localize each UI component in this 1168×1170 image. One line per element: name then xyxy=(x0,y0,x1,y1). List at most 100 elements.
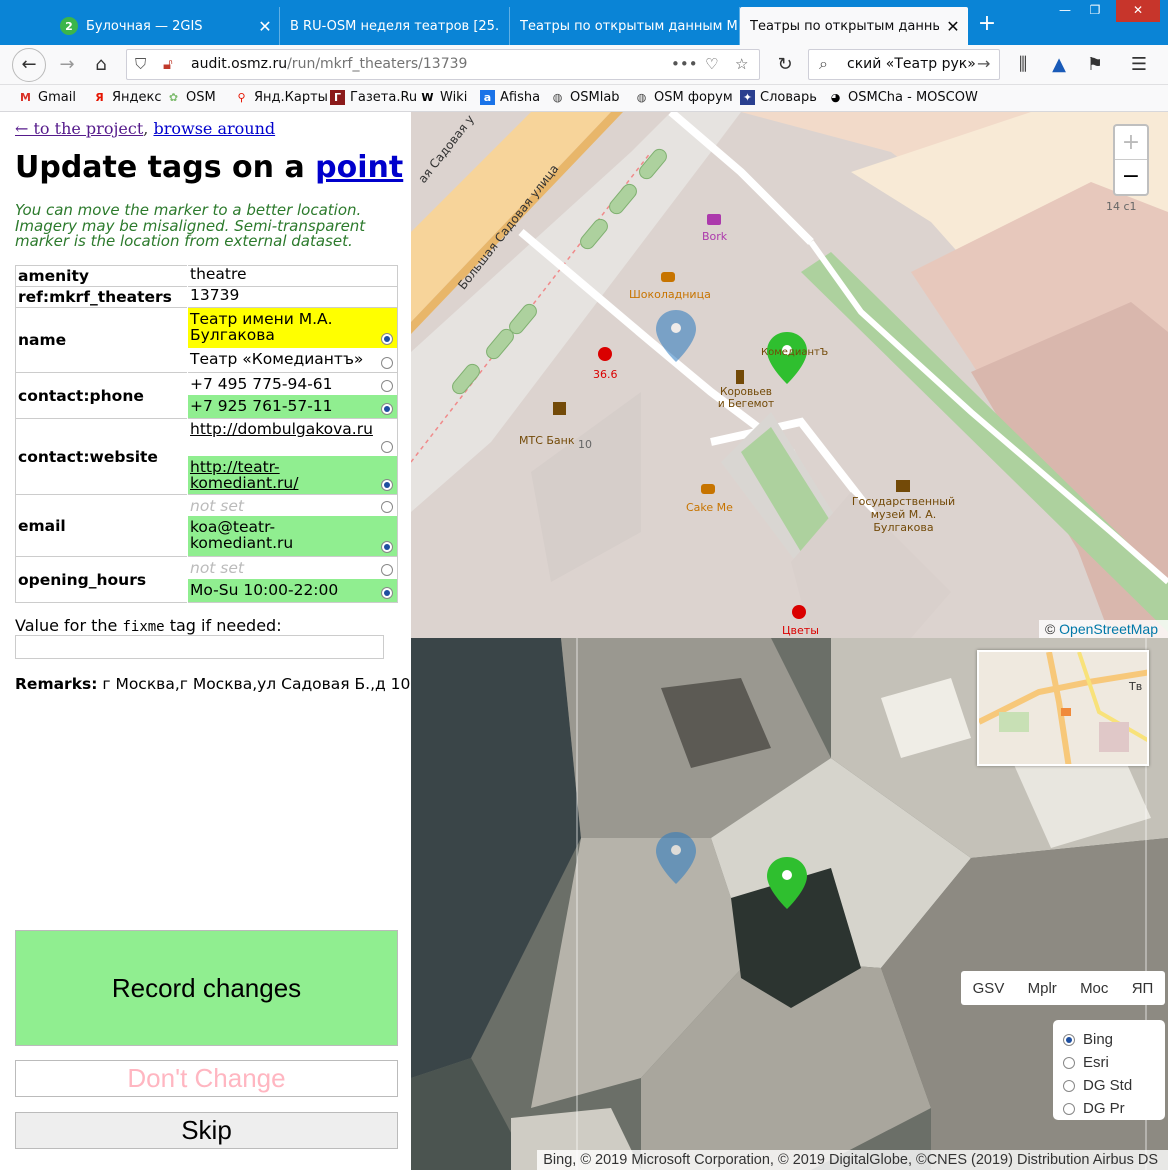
tab-title: Театры по открытым данным М xyxy=(520,18,738,34)
search-input[interactable]: ⌕ ский «Театр рук» → xyxy=(808,49,1000,80)
radio-unselected[interactable] xyxy=(381,357,393,369)
insecure-lock-icon[interactable]: 🔓︎ xyxy=(163,55,173,73)
website-link-2[interactable]: http://teatr-komediant.ru/ xyxy=(190,458,298,492)
fixme-input[interactable] xyxy=(15,635,384,659)
hours-option-2[interactable]: Mo-Su 10:00-22:00 xyxy=(188,579,397,602)
radio-unselected[interactable] xyxy=(1063,1056,1075,1069)
poi-label: МТС Банк xyxy=(519,434,575,447)
record-changes-button[interactable]: Record changes xyxy=(15,930,398,1046)
imagery-map[interactable]: Тв GSV Mplr Moc ЯП Bing Esri DG Std DG P… xyxy=(411,638,1168,1170)
skip-button[interactable]: Skip xyxy=(15,1112,398,1149)
layer-moc-button[interactable]: Moc xyxy=(1080,980,1108,997)
layer-gsv-button[interactable]: GSV xyxy=(973,980,1005,997)
tag-row-ref: ref:mkrf_theaters 13739 xyxy=(15,286,398,308)
home-button[interactable]: ⌂ xyxy=(86,50,116,80)
forward-button[interactable]: → xyxy=(52,50,82,80)
tab-close-icon[interactable]: ✕ xyxy=(939,17,967,36)
radio-unselected[interactable] xyxy=(1063,1102,1075,1115)
minimap-label: Тв xyxy=(1129,680,1143,693)
library-icon[interactable]: ⫼ xyxy=(1008,50,1038,80)
back-to-project-link[interactable]: ← to the project xyxy=(15,119,143,138)
dont-change-button[interactable]: Don't Change xyxy=(15,1060,398,1097)
url-text[interactable]: audit.osmz.ru/run/mkrf_theaters/13739 xyxy=(191,56,467,72)
bookmark-gmail[interactable]: M Gmail xyxy=(18,90,76,105)
phone-option-1[interactable]: +7 495 775-94-61 xyxy=(188,373,397,395)
bookmark-osm-forum[interactable]: ◍ OSM форум xyxy=(634,90,733,105)
osmcha-icon: ◕ xyxy=(830,91,841,104)
tab-close-icon[interactable]: ✕ xyxy=(251,17,279,36)
minimap[interactable]: Тв xyxy=(977,650,1149,766)
bookmark-gazeta[interactable]: Г Газета.Ru xyxy=(330,90,417,105)
addon-icon[interactable]: ⚑ xyxy=(1080,50,1110,80)
radio-unselected[interactable] xyxy=(1063,1079,1075,1092)
phone-option-2[interactable]: +7 925 761-57-11 xyxy=(188,395,397,418)
shield-icon[interactable]: ⛉ xyxy=(135,55,146,73)
radio-selected[interactable] xyxy=(381,403,393,415)
tab-ru-osm[interactable]: В RU-OSM неделя театров [25. xyxy=(280,7,510,45)
hours-option-1[interactable]: not set xyxy=(188,557,397,579)
tag-key: email xyxy=(15,494,188,557)
window-close-icon[interactable]: ✕ xyxy=(1116,0,1160,22)
tab-theaters-1[interactable]: Театры по открытым данным М xyxy=(510,7,740,45)
email-option-1[interactable]: not set xyxy=(188,495,397,516)
name-option-2[interactable]: Театр «Комедиантъ» xyxy=(188,348,397,372)
radio-selected[interactable] xyxy=(381,587,393,599)
browse-around-link[interactable]: browse around xyxy=(153,119,275,138)
radio-unselected[interactable] xyxy=(381,501,393,513)
bookmark-yandex[interactable]: Я Яндекс xyxy=(92,90,161,105)
new-tab-button[interactable]: + xyxy=(972,10,1002,40)
osm-map[interactable]: Большая Садовая улица ая Садовая у Bork … xyxy=(411,112,1168,638)
poi-label: КомедиантЪ xyxy=(761,347,829,358)
radio-unselected[interactable] xyxy=(381,380,393,392)
pocket-icon[interactable]: ♡ xyxy=(705,55,718,73)
map-pin-icon: ⚲ xyxy=(237,91,246,104)
website-option-2[interactable]: http://teatr-komediant.ru/ xyxy=(188,456,397,494)
name-option-1[interactable]: Театр имени М.А. Булгакова xyxy=(188,308,397,348)
website-option-1[interactable]: http://dombulgakova.ru xyxy=(188,419,397,456)
zoom-in-button[interactable]: + xyxy=(1115,126,1147,160)
menu-icon[interactable]: ☰ xyxy=(1124,50,1154,80)
afisha-icon: a xyxy=(480,90,495,105)
minimize-icon[interactable]: — xyxy=(1050,0,1080,22)
bookmark-star-icon[interactable]: ☆ xyxy=(735,55,748,73)
bookmark-osmlab[interactable]: ◍ OSMlab xyxy=(550,90,620,105)
tag-key: name xyxy=(15,307,188,373)
layer-yp-button[interactable]: ЯП xyxy=(1132,980,1154,997)
tab-bulochnaya[interactable]: 2 Булочная — 2GIS ✕ xyxy=(50,7,280,45)
bookmark-slovar[interactable]: ✦ Словарь xyxy=(740,90,817,105)
remarks: Remarks: г Москва,г Москва,ул Садовая Б.… xyxy=(15,675,411,693)
imagery-option-dg-std[interactable]: DG Std xyxy=(1063,1074,1165,1097)
bookmark-yandex-maps[interactable]: ⚲ Янд.Карты xyxy=(234,90,327,105)
point-link[interactable]: point xyxy=(315,150,403,185)
url-bar[interactable]: ⛉ 🔓︎ audit.osmz.ru/run/mkrf_theaters/137… xyxy=(126,49,760,80)
radio-unselected[interactable] xyxy=(381,441,393,453)
extension-icon[interactable]: ▲ xyxy=(1044,50,1074,80)
website-link-1[interactable]: http://dombulgakova.ru xyxy=(190,420,373,438)
bookmark-wiki[interactable]: W Wiki xyxy=(420,90,467,105)
bookmark-osm[interactable]: ✿ OSM xyxy=(166,90,216,105)
imagery-option-esri[interactable]: Esri xyxy=(1063,1051,1165,1074)
radio-selected[interactable] xyxy=(381,541,393,553)
layer-mplr-button[interactable]: Mplr xyxy=(1028,980,1057,997)
page-actions-icon[interactable]: ••• xyxy=(671,55,698,73)
tab-theaters-active[interactable]: Театры по открытым данным М ✕ xyxy=(740,7,968,45)
imagery-attribution: Bing, © 2019 Microsoft Corporation, © 20… xyxy=(537,1150,1168,1170)
search-go-icon[interactable]: → xyxy=(977,54,990,73)
radio-unselected[interactable] xyxy=(381,564,393,576)
bookmark-afisha[interactable]: a Afisha xyxy=(480,90,540,105)
radio-selected[interactable] xyxy=(1063,1033,1075,1046)
osm-icon: ✿ xyxy=(168,91,179,104)
back-button[interactable]: ← xyxy=(12,48,46,82)
radio-selected[interactable] xyxy=(381,479,393,491)
imagery-option-dg-pr[interactable]: DG Pr xyxy=(1063,1097,1165,1120)
imagery-option-bing[interactable]: Bing xyxy=(1063,1028,1165,1051)
zoom-out-button[interactable]: − xyxy=(1115,160,1147,194)
breadcrumb: ← to the project, browse around xyxy=(15,119,276,138)
openstreetmap-link[interactable]: OpenStreetMap xyxy=(1059,621,1158,637)
reload-button[interactable]: ↻ xyxy=(770,50,800,80)
tag-row-email: email not set koa@teatr-komediant.ru xyxy=(15,494,398,557)
email-option-2[interactable]: koa@teatr-komediant.ru xyxy=(188,516,397,556)
maximize-icon[interactable]: ❐ xyxy=(1080,0,1110,22)
radio-selected[interactable] xyxy=(381,333,393,345)
bookmark-osmcha[interactable]: ◕ OSMCha - MOSCOW xyxy=(828,90,978,105)
